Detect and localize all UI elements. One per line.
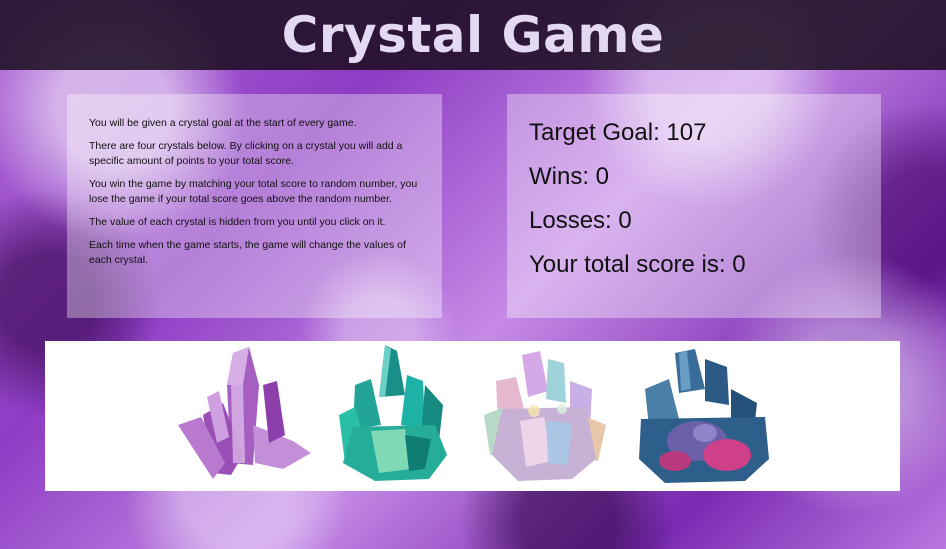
instruction-text: The value of each crystal is hidden from…: [89, 216, 386, 228]
crystal-row: [45, 341, 900, 491]
blue-pink-geode-crystal-icon: [639, 349, 769, 483]
target-goal: Target Goal: 107: [529, 119, 707, 146]
crystal-button-1[interactable]: [173, 345, 313, 487]
losses-count: Losses: 0: [529, 207, 632, 234]
page-title: Crystal Game: [281, 6, 665, 64]
rainbow-aura-crystal-icon: [484, 351, 606, 481]
instruction-text: You will be given a crystal goal at the …: [89, 117, 357, 129]
instruction-text: Each time when the game starts, the game…: [89, 239, 406, 266]
stats-panel: Target Goal: 107 Wins: 0 Losses: 0 Your …: [507, 94, 881, 318]
crystal-button-4[interactable]: [635, 349, 771, 485]
instruction-text: There are four crystals below. By clicki…: [89, 140, 403, 167]
purple-quartz-crystal-icon: [178, 347, 311, 479]
instruction-text: You win the game by matching your total …: [89, 178, 418, 205]
crystal-button-2[interactable]: [335, 345, 451, 485]
teal-crystal-cluster-icon: [339, 345, 447, 481]
total-score: Your total score is: 0: [529, 251, 746, 278]
page-header: Crystal Game: [0, 0, 946, 70]
instructions-panel: You will be given a crystal goal at the …: [67, 94, 442, 318]
crystal-button-3[interactable]: [482, 351, 608, 483]
wins-count: Wins: 0: [529, 163, 610, 190]
